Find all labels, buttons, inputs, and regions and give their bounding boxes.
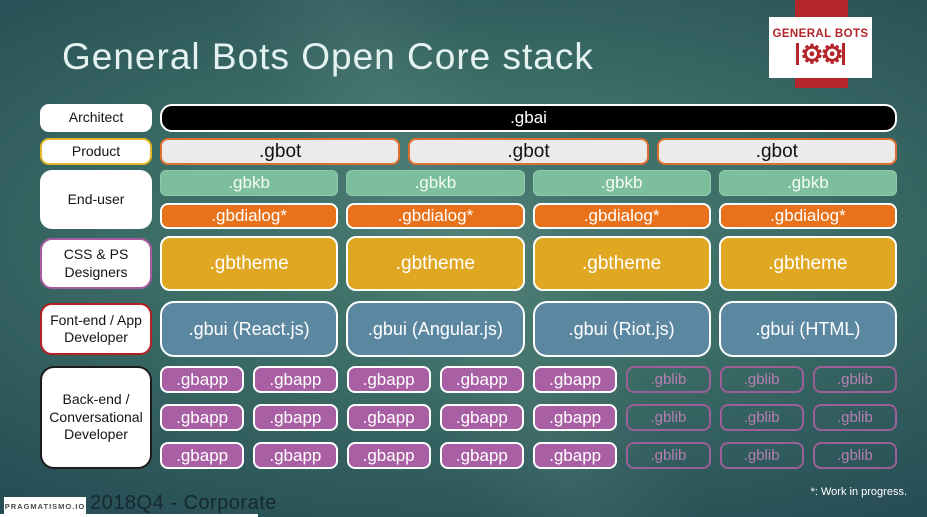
gbui-box: .gbui (Riot.js) bbox=[532, 301, 711, 357]
row-label-backend-conversational-developer: Back-end / Conversational Developer bbox=[40, 366, 152, 469]
gbapp-box: .gbapp bbox=[439, 442, 524, 469]
slide: General Bots Open Core stack GENERAL BOT… bbox=[0, 0, 927, 517]
gblib-box: .gblib bbox=[812, 404, 897, 431]
gbapp-box: .gbapp bbox=[253, 366, 338, 393]
gbdialog-box: .gbdialog* bbox=[532, 203, 711, 229]
architect-row: .gbai bbox=[160, 104, 897, 132]
gbot-box: .gbot bbox=[408, 138, 649, 165]
gbkb-row: .gbkb .gbkb .gbkb .gbkb bbox=[160, 170, 897, 196]
gbapp-box: .gbapp bbox=[533, 366, 618, 393]
gbapp-box: .gbapp bbox=[160, 442, 245, 469]
gbdialog-box: .gbdialog* bbox=[718, 203, 897, 229]
product-row: .gbot .gbot .gbot bbox=[160, 138, 897, 165]
gblib-box: .gblib bbox=[812, 442, 897, 469]
gbkb-box: .gbkb bbox=[160, 170, 339, 196]
gbapp-box: .gbapp bbox=[439, 404, 524, 431]
gear-icon: ⚙⚙ bbox=[796, 41, 845, 67]
gblib-box: .gblib bbox=[719, 442, 804, 469]
gbapp-box: .gbapp bbox=[439, 366, 524, 393]
row-label-architect: Architect bbox=[40, 104, 152, 132]
gear-side-bar bbox=[796, 43, 800, 65]
page-title: General Bots Open Core stack bbox=[62, 36, 594, 77]
gbapp-box: .gbapp bbox=[346, 404, 431, 431]
gbapp-box: .gbapp bbox=[253, 404, 338, 431]
gblib-box: .gblib bbox=[719, 366, 804, 393]
gblib-box: .gblib bbox=[626, 442, 711, 469]
gbapp-box: .gbapp bbox=[533, 442, 618, 469]
gbkb-box: .gbkb bbox=[532, 170, 711, 196]
general-bots-logo: GENERAL BOTS ⚙⚙ bbox=[769, 17, 872, 78]
backend-row: .gbapp .gbapp .gbapp .gbapp .gbapp .gbli… bbox=[160, 366, 897, 393]
gbkb-box: .gbkb bbox=[718, 170, 897, 196]
gbapp-box: .gbapp bbox=[346, 442, 431, 469]
gbapp-box: .gbapp bbox=[533, 404, 618, 431]
gbtheme-box: .gbtheme bbox=[718, 236, 897, 291]
gbai-box: .gbai bbox=[160, 104, 897, 132]
gbapp-box: .gbapp bbox=[346, 366, 431, 393]
work-in-progress-note: *: Work in progress. bbox=[810, 486, 907, 498]
gbot-box: .gbot bbox=[160, 138, 401, 165]
gblib-box: .gblib bbox=[812, 366, 897, 393]
gbui-row: .gbui (React.js) .gbui (Angular.js) .gbu… bbox=[160, 301, 897, 357]
slide-caption: 2018Q4 - Corporate bbox=[90, 492, 277, 514]
gbtheme-row: .gbtheme .gbtheme .gbtheme .gbtheme bbox=[160, 236, 897, 291]
gbui-box: .gbui (HTML) bbox=[718, 301, 897, 357]
gbapp-box: .gbapp bbox=[160, 404, 245, 431]
gbdialog-row: .gbdialog* .gbdialog* .gbdialog* .gbdial… bbox=[160, 203, 897, 229]
gbdialog-box: .gbdialog* bbox=[346, 203, 525, 229]
gblib-box: .gblib bbox=[719, 404, 804, 431]
gbtheme-box: .gbtheme bbox=[160, 236, 339, 291]
gbui-box: .gbui (React.js) bbox=[160, 301, 339, 357]
gear-glyphs: ⚙⚙ bbox=[800, 39, 844, 69]
gbapp-box: .gbapp bbox=[160, 366, 245, 393]
gbdialog-box: .gbdialog* bbox=[160, 203, 339, 229]
gbot-box: .gbot bbox=[656, 138, 897, 165]
row-label-end-user: End-user bbox=[40, 170, 152, 229]
row-label-frontend-app-developer: Font-end / App Developer bbox=[40, 303, 152, 355]
row-label-css-ps-designers: CSS & PS Designers bbox=[40, 238, 152, 289]
row-label-product: Product bbox=[40, 138, 152, 165]
gblib-box: .gblib bbox=[626, 404, 711, 431]
gbkb-box: .gbkb bbox=[346, 170, 525, 196]
gbtheme-box: .gbtheme bbox=[532, 236, 711, 291]
gbui-box: .gbui (Angular.js) bbox=[346, 301, 525, 357]
gbtheme-box: .gbtheme bbox=[346, 236, 525, 291]
gblib-box: .gblib bbox=[626, 366, 711, 393]
backend-row: .gbapp .gbapp .gbapp .gbapp .gbapp .gbli… bbox=[160, 442, 897, 469]
backend-row: .gbapp .gbapp .gbapp .gbapp .gbapp .gbli… bbox=[160, 404, 897, 431]
gear-side-bar bbox=[841, 43, 845, 65]
gbapp-box: .gbapp bbox=[253, 442, 338, 469]
